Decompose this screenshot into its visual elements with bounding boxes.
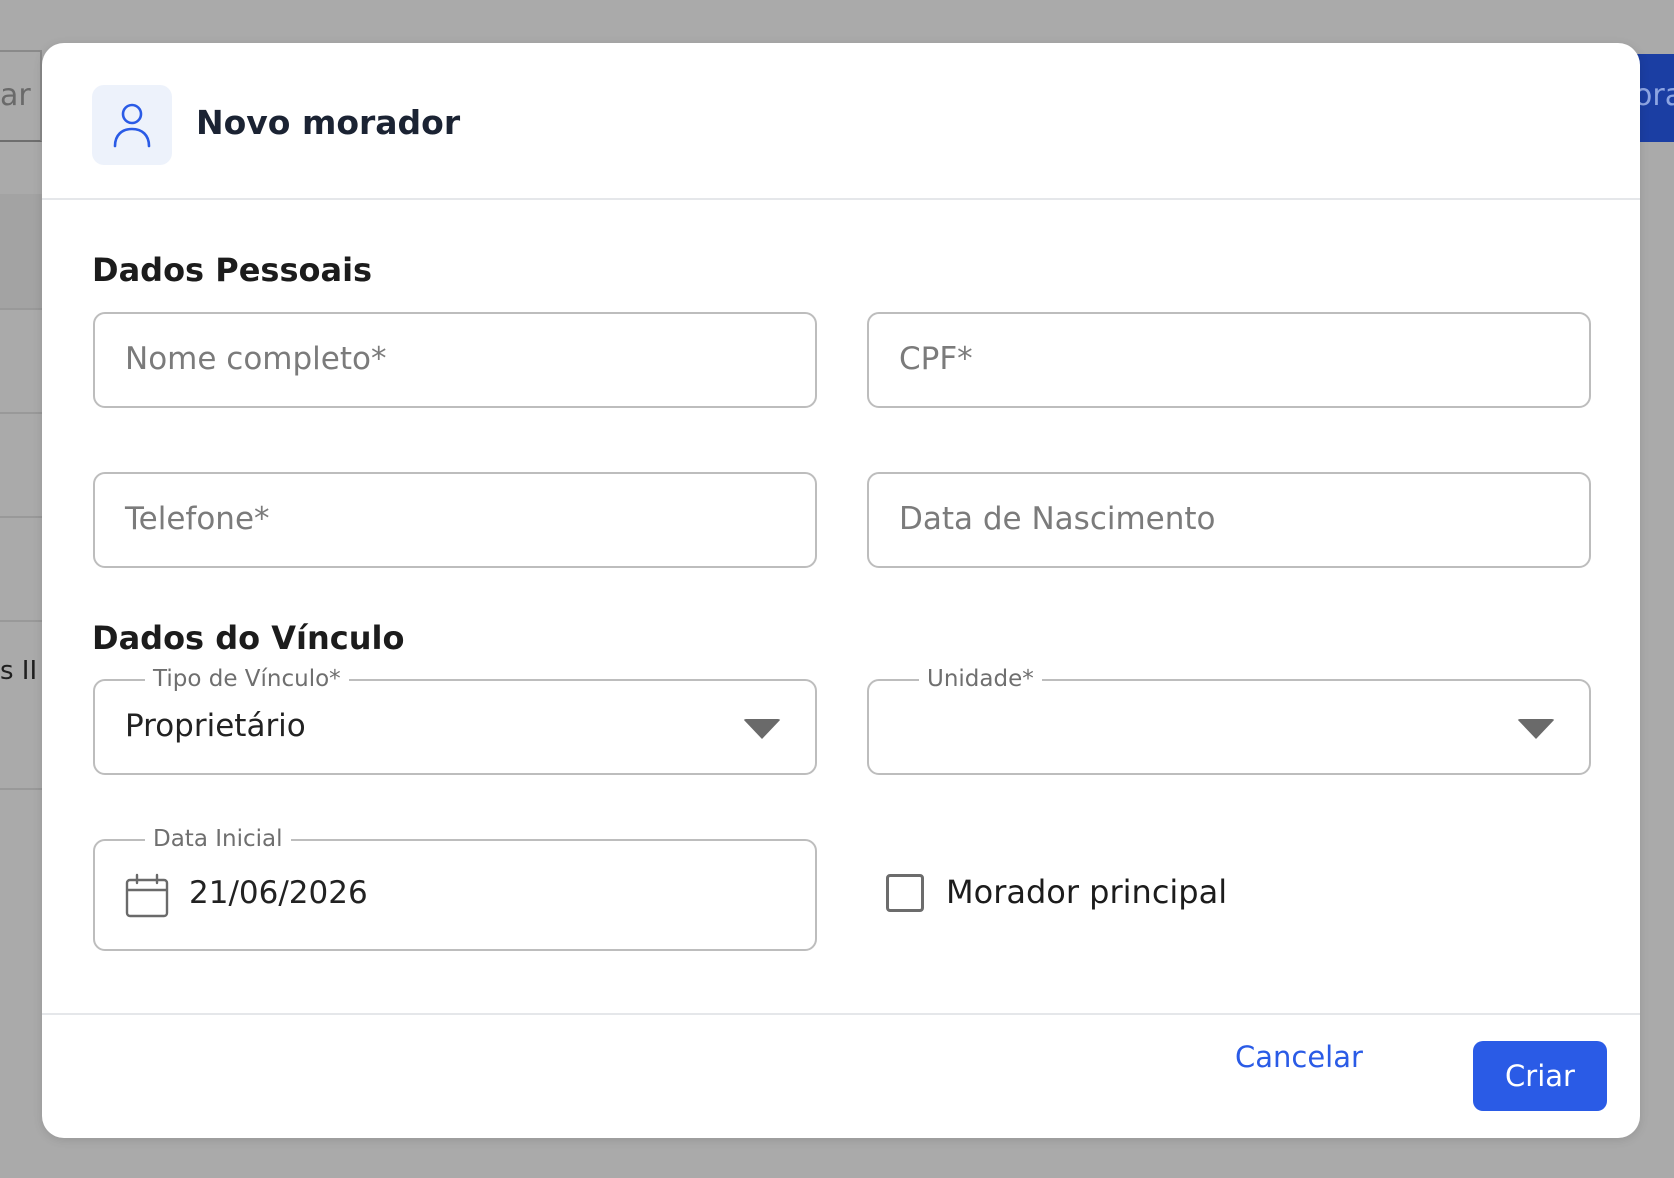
cancel-button[interactable]: Cancelar — [1235, 1040, 1363, 1074]
main-resident-label[interactable]: Morador principal — [946, 873, 1227, 911]
dialog-title: Novo morador — [196, 103, 461, 142]
calendar-icon[interactable] — [125, 873, 169, 923]
cpf-placeholder: CPF* — [899, 341, 973, 377]
start-date-label: Data Inicial — [145, 824, 291, 854]
section-title-link: Dados do Vínculo — [92, 619, 405, 657]
chevron-down-icon[interactable] — [1517, 719, 1555, 739]
user-icon-glyph — [113, 103, 151, 148]
start-date-field[interactable]: Data Inicial 21/06/2026 — [93, 824, 817, 951]
unit-select[interactable]: Unidade* — [867, 664, 1591, 775]
section-title-personal: Dados Pessoais — [92, 251, 373, 289]
background-row-divider — [0, 412, 44, 414]
background-row-divider — [0, 788, 44, 790]
dialog-footer — [42, 1013, 1640, 1140]
unit-label: Unidade* — [919, 664, 1042, 694]
link-type-select[interactable]: Tipo de Vínculo* Proprietário — [93, 664, 817, 775]
background-row-divider — [0, 620, 44, 622]
background-table-header — [0, 194, 44, 308]
birth-date-field[interactable]: Data de Nascimento — [867, 472, 1591, 568]
phone-field[interactable]: Telefone* — [93, 472, 817, 568]
start-date-value: 21/06/2026 — [189, 875, 368, 911]
birth-date-placeholder: Data de Nascimento — [899, 501, 1216, 537]
phone-placeholder: Telefone* — [125, 501, 270, 537]
link-type-label: Tipo de Vínculo* — [145, 664, 349, 694]
dialog-header: Novo morador — [42, 43, 1640, 200]
background-row-divider — [0, 516, 44, 518]
user-icon — [92, 85, 172, 165]
main-resident-checkbox[interactable] — [886, 874, 924, 912]
background-row-divider — [0, 308, 44, 310]
full-name-placeholder: Nome completo* — [125, 341, 387, 377]
cpf-field[interactable]: CPF* — [867, 312, 1591, 408]
background-action-button-label: ora — [1634, 78, 1674, 113]
background-cell-text: s II — [0, 656, 38, 686]
chevron-down-icon[interactable] — [743, 719, 781, 739]
full-name-field[interactable]: Nome completo* — [93, 312, 817, 408]
create-button[interactable]: Criar — [1473, 1041, 1607, 1111]
background-search-text: ar — [0, 78, 31, 113]
link-type-value: Proprietário — [125, 708, 306, 744]
new-resident-dialog: Novo morador Dados Pessoais Nome complet… — [42, 43, 1640, 1138]
